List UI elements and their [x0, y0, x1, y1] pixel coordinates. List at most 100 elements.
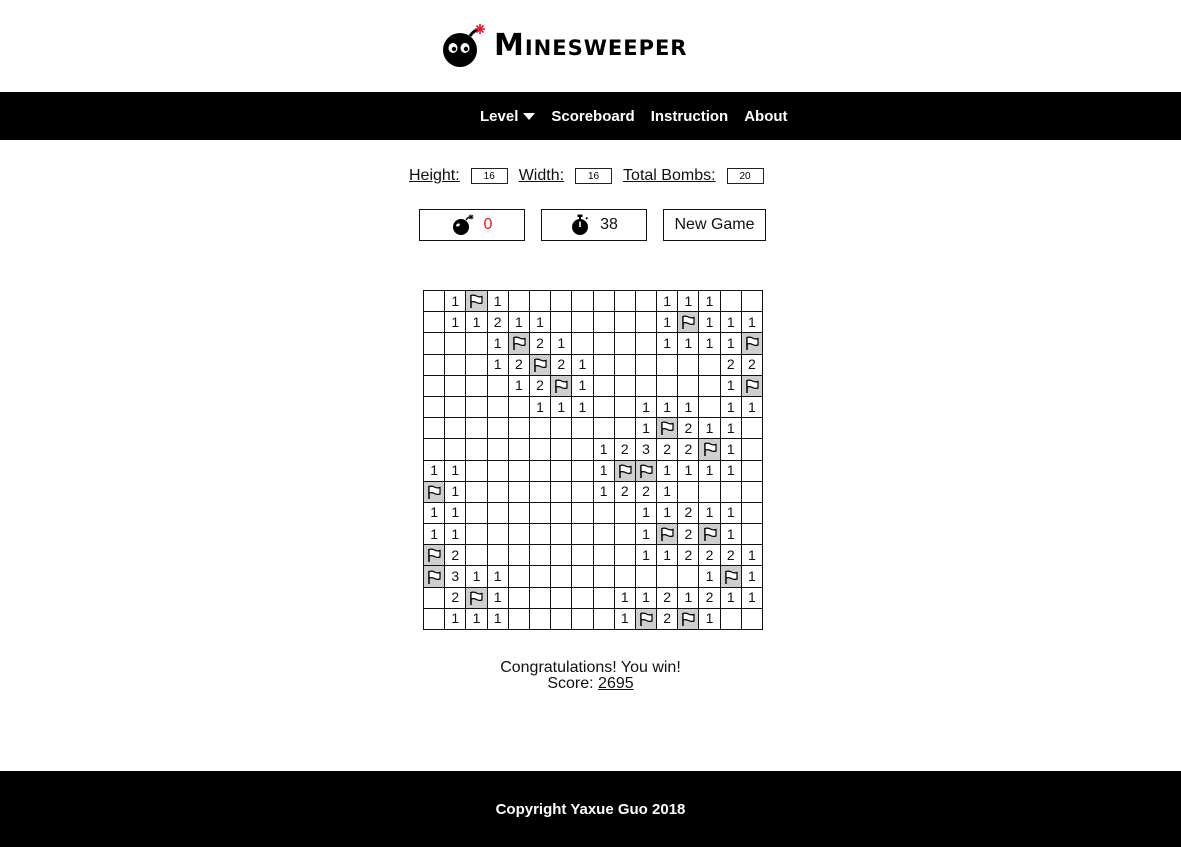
board-cell-empty[interactable] — [613, 353, 636, 376]
board-cell-number[interactable]: 1 — [656, 332, 679, 355]
board-cell-number[interactable]: 2 — [528, 374, 552, 397]
board-cell-number[interactable]: 2 — [507, 353, 530, 376]
board-cell-empty[interactable] — [422, 586, 446, 609]
board-cell-number[interactable]: 1 — [656, 544, 679, 567]
board-cell-empty[interactable] — [613, 565, 636, 588]
board-cell-number[interactable]: 2 — [613, 438, 636, 461]
board-cell-number[interactable]: 1 — [740, 565, 764, 588]
board-cell-empty[interactable] — [465, 374, 488, 397]
board-cell-number[interactable]: 1 — [465, 311, 488, 334]
board-cell-number[interactable]: 2 — [550, 353, 573, 376]
board-cell-empty[interactable] — [550, 459, 573, 482]
nav-item-about[interactable]: About — [744, 108, 787, 125]
board-cell-empty[interactable] — [571, 523, 594, 546]
board-cell-empty[interactable] — [465, 438, 488, 461]
board-cell-empty[interactable] — [592, 374, 615, 397]
board-cell-empty[interactable] — [444, 374, 467, 397]
board-cell-empty[interactable] — [571, 438, 594, 461]
board-cell-empty[interactable] — [507, 395, 530, 419]
board-cell-number[interactable]: 2 — [698, 544, 721, 567]
board-cell-empty[interactable] — [444, 332, 467, 355]
board-cell-number[interactable]: 1 — [486, 565, 509, 588]
board-cell-empty[interactable] — [571, 311, 594, 334]
board-cell-number[interactable]: 1 — [613, 607, 636, 631]
board-cell-empty[interactable] — [486, 501, 509, 525]
board-cell-number[interactable]: 1 — [550, 332, 573, 355]
board-cell-number[interactable]: 1 — [656, 395, 679, 419]
board-cell-empty[interactable] — [571, 565, 594, 588]
width-input[interactable] — [575, 168, 613, 184]
board-cell-number[interactable]: 2 — [656, 438, 679, 461]
board-cell-flagged[interactable] — [422, 544, 446, 567]
board-cell-number[interactable]: 1 — [592, 438, 615, 461]
board-cell-empty[interactable] — [592, 607, 615, 631]
board-cell-empty[interactable] — [571, 417, 594, 440]
board-cell-number[interactable]: 1 — [677, 395, 700, 419]
board-cell-number[interactable]: 2 — [634, 480, 658, 503]
board-cell-number[interactable]: 1 — [465, 565, 488, 588]
board-cell-empty[interactable] — [528, 438, 552, 461]
board-cell-flagged[interactable] — [613, 459, 636, 482]
board-cell-number[interactable]: 1 — [677, 459, 700, 482]
board-cell-empty[interactable] — [592, 417, 615, 440]
board-cell-empty[interactable] — [550, 438, 573, 461]
board-cell-number[interactable]: 1 — [719, 459, 742, 482]
board-cell-number[interactable]: 1 — [698, 289, 721, 313]
board-cell-number[interactable]: 2 — [677, 417, 700, 440]
board-cell-empty[interactable] — [592, 353, 615, 376]
board-cell-empty[interactable] — [571, 586, 594, 609]
board-cell-empty[interactable] — [528, 501, 552, 525]
board-cell-number[interactable]: 1 — [719, 374, 742, 397]
board-cell-number[interactable]: 1 — [592, 459, 615, 482]
board-cell-number[interactable]: 1 — [528, 311, 552, 334]
board-cell-number[interactable]: 1 — [486, 289, 509, 313]
board-cell-empty[interactable] — [528, 565, 552, 588]
board-cell-empty[interactable] — [486, 395, 509, 419]
board-cell-empty[interactable] — [465, 480, 488, 503]
board-cell-empty[interactable] — [613, 395, 636, 419]
board-cell-number[interactable]: 2 — [677, 438, 700, 461]
board-cell-empty[interactable] — [465, 417, 488, 440]
board-cell-empty[interactable] — [719, 607, 742, 631]
board-cell-empty[interactable] — [465, 501, 488, 525]
board-cell-number[interactable]: 1 — [571, 353, 594, 376]
board-cell-number[interactable]: 1 — [740, 395, 764, 419]
board-cell-number[interactable]: 1 — [677, 586, 700, 609]
board-cell-flagged[interactable] — [634, 459, 658, 482]
board-cell-number[interactable]: 1 — [740, 544, 764, 567]
board-cell-flagged[interactable] — [465, 289, 488, 313]
board-cell-empty[interactable] — [444, 417, 467, 440]
board-cell-flagged[interactable] — [698, 438, 721, 461]
board-cell-number[interactable]: 1 — [719, 438, 742, 461]
board-cell-number[interactable]: 2 — [740, 353, 764, 376]
board-cell-empty[interactable] — [613, 374, 636, 397]
board-cell-empty[interactable] — [592, 289, 615, 313]
board-cell-number[interactable]: 1 — [656, 311, 679, 334]
board-cell-number[interactable]: 2 — [698, 586, 721, 609]
board-cell-number[interactable]: 1 — [719, 395, 742, 419]
board-cell-empty[interactable] — [613, 289, 636, 313]
nav-item-instruction[interactable]: Instruction — [651, 108, 729, 125]
board-cell-empty[interactable] — [486, 459, 509, 482]
board-cell-number[interactable]: 1 — [719, 332, 742, 355]
board-cell-number[interactable]: 1 — [550, 395, 573, 419]
board-cell-number[interactable]: 1 — [507, 374, 530, 397]
board-cell-flagged[interactable] — [528, 353, 552, 376]
board-cell-empty[interactable] — [507, 565, 530, 588]
board-cell-number[interactable]: 1 — [719, 523, 742, 546]
board-cell-empty[interactable] — [634, 353, 658, 376]
board-cell-empty[interactable] — [465, 523, 488, 546]
board-cell-number[interactable]: 1 — [677, 289, 700, 313]
board-cell-empty[interactable] — [634, 565, 658, 588]
board-cell-number[interactable]: 1 — [698, 501, 721, 525]
board-cell-empty[interactable] — [677, 353, 700, 376]
board-cell-empty[interactable] — [550, 523, 573, 546]
board-cell-number[interactable]: 1 — [528, 395, 552, 419]
board-cell-empty[interactable] — [422, 353, 446, 376]
board-cell-empty[interactable] — [719, 480, 742, 503]
board-cell-empty[interactable] — [698, 374, 721, 397]
board-cell-empty[interactable] — [507, 523, 530, 546]
board-cell-empty[interactable] — [740, 289, 764, 313]
height-input[interactable] — [470, 168, 508, 184]
total-bombs-input[interactable] — [726, 168, 764, 184]
